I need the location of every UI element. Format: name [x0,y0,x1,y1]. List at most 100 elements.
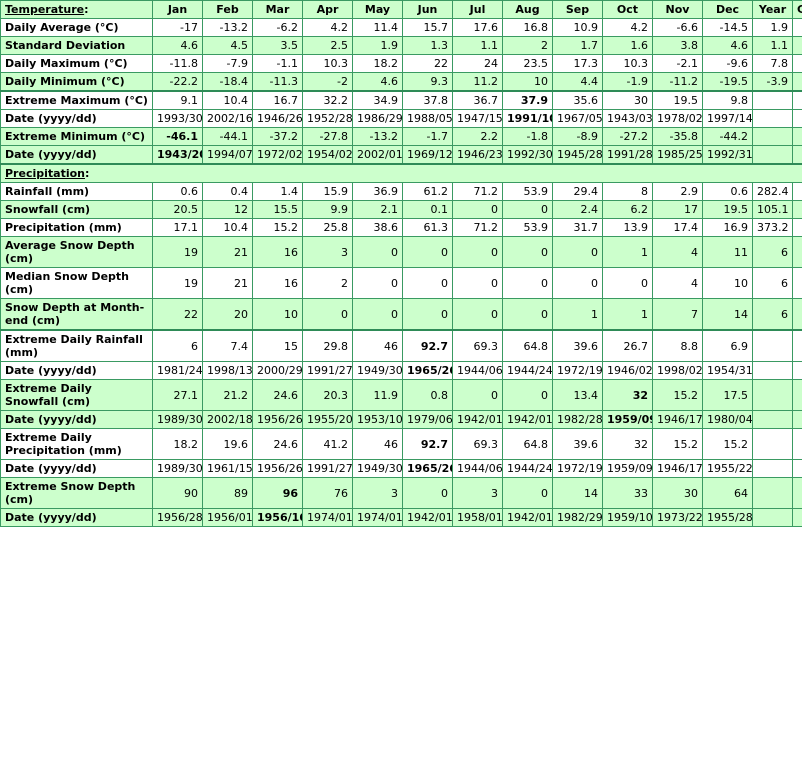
cell-value: 2 [502,36,553,55]
cell-value: -11.2 [652,72,703,92]
cell-value: 10.3 [602,54,653,73]
cell-value: 15.2 [252,218,303,237]
cell-value: 1954/02 [302,145,353,165]
cell-value: 0 [502,267,553,299]
cell-code: A [792,182,802,201]
cell-value: 1.9 [352,36,403,55]
cell-value: 10 [252,298,303,331]
cell-value: 1946/23 [452,145,503,165]
row-label: Date (yyyy/dd) [0,145,153,165]
cell-value: 36.7 [452,90,503,110]
cell-value: 15 [252,329,303,362]
cell-value: 2.2 [452,127,503,146]
cell-value: 37.8 [402,90,453,110]
row-label: Daily Minimum (°C) [0,72,153,92]
cell-value: 53.9 [502,218,553,237]
cell-value: 14 [552,477,603,509]
cell-value: 20.5 [152,200,203,219]
cell-value: 13.9 [602,218,653,237]
cell-value: 53.9 [502,182,553,201]
cell-value: 2002/01 [352,145,403,165]
cell-value [752,459,793,478]
cell-value: 64.8 [502,428,553,460]
cell-value: 1965/26 [402,459,453,478]
cell-value: 1949/30 [352,361,403,380]
cell-value: 1946/26 [252,109,303,128]
cell-value: 1.3 [402,36,453,55]
cell-value: 1986/29 [352,109,403,128]
cell-value: 8.8 [652,329,703,362]
cell-value [752,145,793,165]
cell-value: -1.1 [252,54,303,73]
cell-value: 1.6 [602,36,653,55]
cell-value: 18.2 [152,428,203,460]
cell-value [752,109,793,128]
cell-code [792,508,802,527]
cell-code: A [792,236,802,268]
cell-value: 1955/20 [302,410,353,429]
cell-value: 17.3 [552,54,603,73]
cell-value: 36.9 [352,182,403,201]
cell-value: 15.5 [252,200,303,219]
cell-code: A [792,267,802,299]
cell-value: 282.4 [752,182,793,201]
cell-value: -6.6 [652,18,703,37]
cell-code [792,127,802,146]
cell-value: -7.9 [202,54,253,73]
cell-value: 0 [352,236,403,268]
cell-value: 1943/20+ [152,145,203,165]
cell-value: 1959/09 [602,459,653,478]
cell-value: 1 [602,236,653,268]
table-row: Rainfall (mm) 0.6 0.4 1.4 15.9 36.9 61.2 71.2 53… [0,182,802,201]
cell-value: -2 [302,72,353,92]
cell-value: 7.4 [202,329,253,362]
cell-value: 41.2 [302,428,353,460]
cell-value: 69.3 [452,329,503,362]
cell-value: 1998/13 [202,361,253,380]
cell-value: 0 [502,236,553,268]
cell-value: 1980/04 [702,410,753,429]
cell-value: 1972/02 [252,145,303,165]
row-label: Date (yyyy/dd) [0,410,153,429]
cell-value: -44.1 [202,127,253,146]
row-label: Median Snow Depth (cm) [0,267,153,299]
cell-value: 1.4 [252,182,303,201]
cell-value: 1998/02 [652,361,703,380]
cell-value: 92.7 [402,329,453,362]
column-header-mar: Mar [252,0,303,19]
cell-value: 1956/26 [252,410,303,429]
cell-value: 0 [502,379,553,411]
cell-value: 1991/28 [602,145,653,165]
cell-value: 76 [302,477,353,509]
cell-value: 1943/03+ [602,109,653,128]
table-row: Date (yyyy/dd) 1989/30 1961/15 1956/26 1991/… [0,459,802,478]
cell-value [752,329,793,362]
cell-value: 0 [552,267,603,299]
cell-value: 0 [352,298,403,331]
cell-code [792,459,802,478]
cell-value: -44.2 [702,127,753,146]
cell-value: 10.4 [202,218,253,237]
row-label: Daily Average (°C) [0,18,153,37]
climate-data-table: Temperature: Jan Feb Mar Apr May Jun Jul Aug Sep O… [0,0,802,527]
cell-value: 10 [502,72,553,92]
cell-value: 22 [402,54,453,73]
cell-value: 0 [402,477,453,509]
cell-value: -1.7 [402,127,453,146]
cell-value: 0 [552,236,603,268]
cell-value: 1942/01+ [452,410,503,429]
cell-value: 1988/05 [402,109,453,128]
cell-value: 31.7 [552,218,603,237]
table-row: Snow Depth at Month-end (cm) 22 20 10 0 0 0 0 0 1… [0,298,802,331]
cell-value: 1972/19 [552,361,603,380]
cell-value: 1974/01+ [352,508,403,527]
cell-value: 1974/01 [302,508,353,527]
cell-value: 16.9 [702,218,753,237]
table-row: Average Snow Depth (cm) 19 21 16 3 0 0 0 0 0 1 4 11 6… [0,236,802,268]
cell-value: 1981/24 [152,361,203,380]
table-row: Extreme Minimum (°C) -46.1 -44.1 -37.2 -27.8… [0,127,802,146]
cell-value: 1973/22+ [652,508,703,527]
cell-value: 1991/27 [302,459,353,478]
cell-value: 3.8 [652,36,703,55]
cell-value: 0 [452,379,503,411]
